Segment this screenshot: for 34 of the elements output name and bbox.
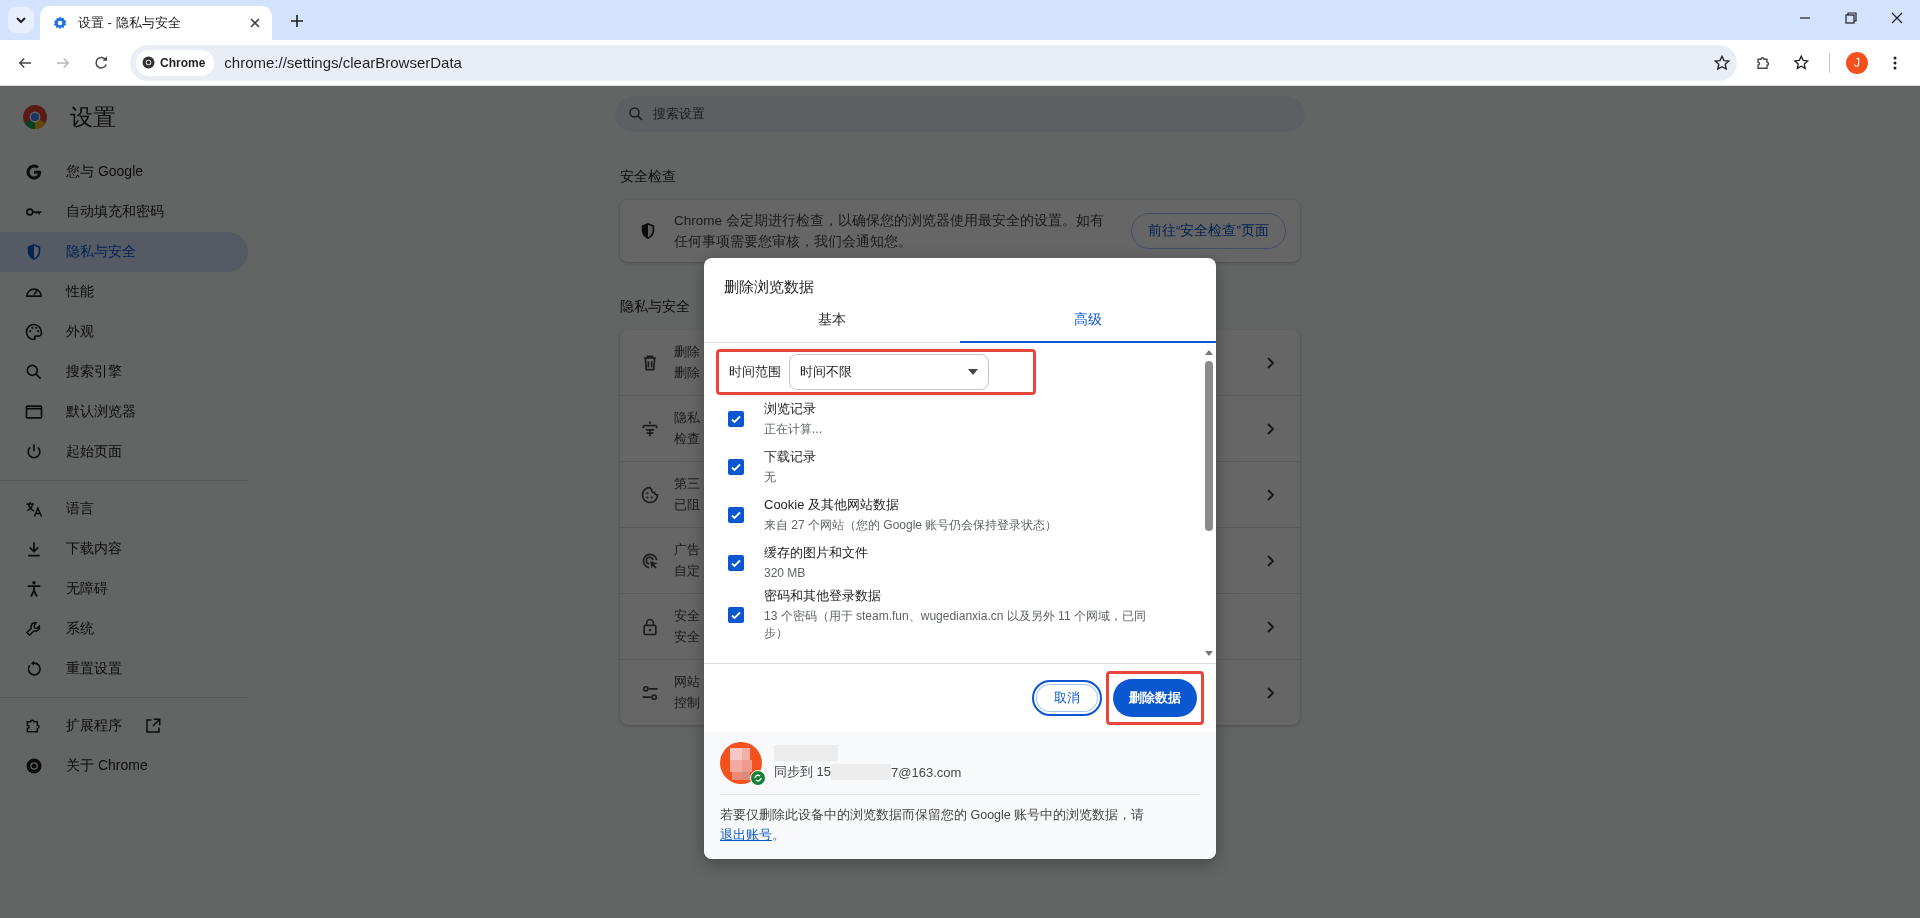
- option-detail: 正在计算...: [764, 421, 823, 438]
- row-subtitle: 安全: [674, 628, 700, 646]
- option-detail: 来自 27 个网站（您的 Google 账号仍会保持登录状态）: [764, 517, 1059, 534]
- row-subtitle: 删除: [674, 364, 700, 382]
- time-range-label: 时间范围: [729, 363, 781, 381]
- row-title: 广告: [674, 541, 700, 559]
- sync-text: 7@163.com: [891, 764, 962, 780]
- settings-title: 设置: [70, 102, 116, 132]
- sign-out-note: 若要仅删除此设备中的浏览数据而保留您的 Google 账号中的浏览数据，请 退出账号。: [720, 807, 1146, 844]
- row-title: 隐私: [674, 409, 700, 427]
- row-title: 删除: [674, 343, 700, 361]
- sync-text: 同步到 15: [774, 763, 832, 781]
- url-text: chrome://settings/clearBrowserData: [224, 54, 463, 71]
- safety-check-text: Chrome 会定期进行检查，以确保您的浏览器使用最安全的设置。如有任何事项需要您审核，我们会通知您。: [674, 212, 1105, 251]
- option-title: 缓存的图片和文件: [764, 544, 869, 562]
- row-title: 网站: [674, 673, 700, 691]
- row-subtitle: 控制: [674, 694, 700, 712]
- option-detail: 320 MB: [764, 565, 807, 582]
- section-heading: 安全检查: [620, 168, 677, 186]
- dialog-title: 删除浏览数据: [723, 277, 815, 297]
- row-subtitle: 检查: [674, 430, 700, 448]
- option-title: Cookie 及其他网站数据: [764, 496, 901, 514]
- search-placeholder: 搜索设置: [653, 105, 705, 123]
- section-heading: 隐私与安全: [620, 298, 691, 316]
- option-title: 密码和其他登录数据: [764, 587, 882, 605]
- option-title: 浏览记录: [764, 400, 817, 418]
- option-title: 下载记录: [764, 448, 817, 466]
- row-title: 安全: [674, 607, 700, 625]
- option-detail: 无: [764, 469, 777, 486]
- option-detail: 13 个密码（用于 steam.fun、wugedianxia.cn 以及另外 11 个网域，已同步）: [764, 608, 1147, 642]
- row-title: 第三: [674, 475, 700, 493]
- row-subtitle: 已阻: [674, 496, 700, 514]
- row-subtitle: 自定: [674, 562, 700, 580]
- tab-title: 设置 - 隐私与安全: [78, 14, 182, 32]
